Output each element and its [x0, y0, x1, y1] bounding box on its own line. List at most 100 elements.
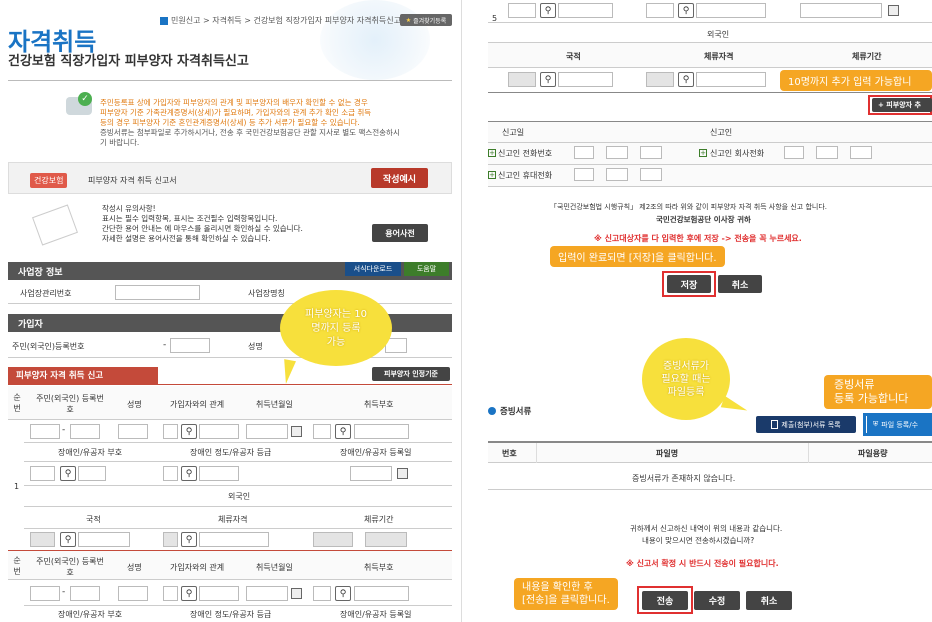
dep1-nation-input[interactable] [30, 532, 55, 547]
dep1-id-back[interactable] [70, 424, 100, 439]
mobile-3[interactable] [640, 168, 662, 181]
r5-stay-name[interactable] [696, 72, 766, 87]
save-button[interactable]: 저장 [667, 275, 711, 293]
row-divider [24, 461, 452, 462]
dep1-period-from[interactable] [313, 532, 353, 547]
row-divider [24, 506, 452, 507]
breadcrumb: 민원신고 > 자격취득 > 건강보험 직장가입자 피부양자 자격취득신고 [171, 16, 401, 25]
col-seq: 순번 [13, 393, 21, 413]
dep2-rel-search-icon[interactable]: ⚲ [181, 586, 197, 601]
callout-doc-line-2: 등록 가능합니다 [834, 392, 909, 405]
col-divider [536, 443, 537, 463]
subscriber-id-label: 주민(외국인)등록번호 [12, 342, 85, 351]
help-button[interactable]: 도움말 [404, 262, 449, 276]
dep1-stay-search-icon[interactable]: ⚲ [181, 532, 197, 547]
home-icon[interactable] [160, 17, 168, 25]
dep1-dis-calendar-icon[interactable] [397, 468, 408, 479]
r5-stay-input[interactable] [646, 72, 674, 87]
dep1-dis-grade-input[interactable] [163, 466, 178, 481]
r5-input-e[interactable] [800, 3, 882, 18]
dep2-calendar-icon[interactable] [291, 588, 302, 599]
r5-input-a[interactable] [508, 3, 536, 18]
dependent-criteria-button[interactable]: 피부양자 인정기준 [372, 367, 450, 381]
r5-nation-input[interactable] [508, 72, 536, 87]
dep1-date-input[interactable] [246, 424, 288, 439]
phone-3[interactable] [640, 146, 662, 159]
right-panel: 5 ⚲ ⚲ 외국인 국적 체류자격 체류기간 ⚲ ⚲ 10명까지 추가 입력 가… [474, 0, 932, 622]
phone-1[interactable] [574, 146, 594, 159]
r5-input-b[interactable] [558, 3, 613, 18]
dep1-dis-grade-name[interactable] [199, 466, 239, 481]
dep1-rel-name[interactable] [199, 424, 239, 439]
dep1-code-search-icon[interactable]: ⚲ [335, 424, 351, 439]
dep2-code-name[interactable] [354, 586, 409, 601]
dep2-date-input[interactable] [246, 586, 288, 601]
dependent-limit-bubble: 피부양자는 10 명까지 등록 가능 [280, 290, 392, 366]
dep1-nation-name[interactable] [78, 532, 130, 547]
file-register-button[interactable]: ⛨ 파일 등록/수 [867, 416, 932, 433]
dep1-stay-input[interactable] [163, 532, 178, 547]
dep2-id-back[interactable] [70, 586, 100, 601]
dep2-code-search-icon[interactable]: ⚲ [335, 586, 351, 601]
dep1-code-input[interactable] [313, 424, 331, 439]
callout-send-line-2: [전송]을 클릭합니다. [522, 595, 610, 606]
submit-list-label: 제출(첨부)서류 목록 [781, 420, 841, 429]
dep1-nation-search-icon[interactable]: ⚲ [60, 532, 76, 547]
subscriber-name-label: 성명 [248, 342, 263, 351]
dep1-period-to[interactable] [365, 532, 407, 547]
dep1-stay-label: 체류자격 [218, 515, 248, 524]
office-phone-2[interactable] [816, 146, 838, 159]
dep1-code-name[interactable] [354, 424, 409, 439]
dep1-dis-type-search-icon[interactable]: ⚲ [60, 466, 76, 481]
r5-input-c[interactable] [646, 3, 674, 18]
dep1-id-front[interactable] [30, 424, 60, 439]
subscriber-id-front[interactable] [112, 338, 162, 353]
office-phone-1[interactable] [784, 146, 804, 159]
form-download-button[interactable]: 서식다운로드 [345, 262, 401, 276]
dep1-rel-input[interactable] [163, 424, 178, 439]
dep1-dis-type-name[interactable] [78, 466, 106, 481]
mobile-1[interactable] [574, 168, 594, 181]
dictionary-button[interactable]: 용어사전 [372, 224, 428, 242]
office-phone-3[interactable] [850, 146, 872, 159]
r5-nation-name[interactable] [558, 72, 613, 87]
biz-mgmt-input[interactable] [115, 285, 200, 300]
r5-nation-search-icon[interactable]: ⚲ [540, 72, 556, 87]
example-button[interactable]: 작성예시 [371, 168, 428, 188]
dep1-name-input[interactable] [118, 424, 148, 439]
pen-icon [32, 204, 78, 246]
edit-button[interactable]: 수정 [694, 591, 740, 610]
r5-input-d[interactable] [696, 3, 766, 18]
add-dependent-button[interactable]: + 피부양자 추 [872, 98, 932, 112]
r5-calendar-icon[interactable] [888, 5, 899, 16]
addressee-text: 국민건강보험공단 이사장 귀하 [656, 215, 751, 224]
insurance-badge: 건강보험 [30, 173, 68, 188]
dep2-name-input[interactable] [118, 586, 148, 601]
send-button[interactable]: 전송 [642, 591, 688, 610]
dep2-rel-name[interactable] [199, 586, 239, 601]
dep1-dis-date-input[interactable] [350, 466, 392, 481]
dep1-calendar-icon[interactable] [291, 426, 302, 437]
dep2-rel-input[interactable] [163, 586, 178, 601]
mobile-2[interactable] [606, 168, 628, 181]
phone-2[interactable] [606, 146, 628, 159]
r5-search-icon-a[interactable]: ⚲ [540, 3, 556, 18]
submit-list-button[interactable]: 제출(첨부)서류 목록 [756, 416, 856, 433]
dep1-dis-grade-search-icon[interactable]: ⚲ [181, 466, 197, 481]
file-register-label: 파일 등록/수 [881, 420, 919, 429]
dep2-id-front[interactable] [30, 586, 60, 601]
dep1-dis-type-input[interactable] [30, 466, 55, 481]
dep1-rel-search-icon[interactable]: ⚲ [181, 424, 197, 439]
r5-stay-search-icon[interactable]: ⚲ [678, 72, 694, 87]
row-divider [488, 164, 932, 165]
dep1-stay-name[interactable] [199, 532, 269, 547]
cancel-button[interactable]: 취소 [718, 275, 762, 293]
subscriber-id-back[interactable] [170, 338, 210, 353]
callout-save: 입력이 완료되면 [저장]을 클릭합니다. [550, 246, 725, 267]
dep2-code-input[interactable] [313, 586, 331, 601]
r5-search-icon-c[interactable]: ⚲ [678, 3, 694, 18]
r5-stay-period-label: 체류기간 [852, 52, 882, 61]
cancel-send-button[interactable]: 취소 [746, 591, 792, 610]
no-documents-text: 증빙서류가 존재하지 않습니다. [632, 474, 736, 483]
favorite-button[interactable]: ★ 즐겨찾기등록 [400, 14, 452, 26]
